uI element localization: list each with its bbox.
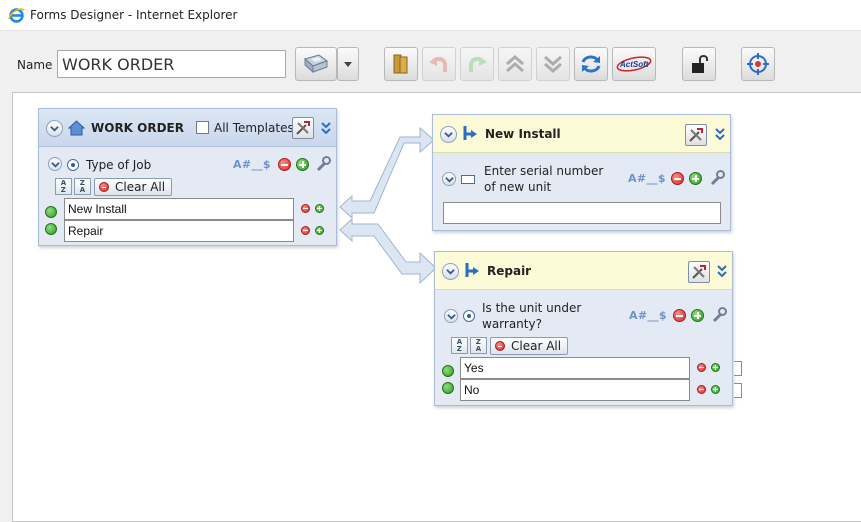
add-question-icon[interactable]	[691, 309, 704, 322]
remove-question-icon[interactable]	[278, 158, 291, 171]
question-collapse-icon[interactable]	[442, 172, 456, 186]
sort-descending-button[interactable]: ZA	[470, 337, 487, 354]
sort-ascending-button[interactable]: AZ	[451, 337, 468, 354]
question-label-line2: warranty?	[482, 317, 542, 331]
option-input-yes[interactable]	[460, 357, 690, 379]
add-option-icon[interactable]	[315, 204, 324, 213]
clear-all-button[interactable]: Clear All	[94, 178, 173, 196]
clear-all-minus-icon	[495, 341, 505, 351]
form-title: WORK ORDER	[91, 121, 184, 135]
home-icon	[68, 120, 85, 136]
question-collapse-icon[interactable]	[444, 309, 458, 323]
branch-tools-button[interactable]	[688, 261, 710, 283]
hammer-wrench-icon	[689, 128, 703, 142]
branch-title: Repair	[487, 264, 532, 278]
expand-all-icon[interactable]	[714, 127, 726, 143]
collapse-chevron-icon[interactable]	[46, 120, 63, 137]
sort-ascending-button[interactable]: AZ	[55, 178, 72, 195]
radio-type-icon	[463, 310, 475, 322]
wrench-icon[interactable]	[315, 156, 331, 172]
format-indicator[interactable]: A#__$	[233, 158, 271, 171]
remove-option-icon[interactable]	[697, 385, 706, 394]
option-input-repair[interactable]	[64, 220, 294, 242]
add-option-icon[interactable]	[315, 226, 324, 235]
add-question-icon[interactable]	[296, 158, 309, 171]
option-input-no[interactable]	[460, 379, 690, 401]
move-option-up-icon[interactable]	[45, 206, 57, 218]
clear-all-button[interactable]: Clear All	[490, 337, 569, 355]
branch-arrow-icon	[463, 126, 477, 140]
branch-arrow-icon	[465, 263, 479, 277]
connector-new-install	[339, 126, 435, 220]
form-panel-work-order: WORK ORDER All Templates Type of Job A#_…	[38, 108, 337, 246]
format-indicator[interactable]: A#__$	[628, 172, 666, 185]
option-branch-stub[interactable]	[734, 361, 742, 376]
expand-all-icon[interactable]	[716, 264, 728, 280]
question-label-line2: of new unit	[484, 180, 552, 194]
add-question-icon[interactable]	[689, 172, 702, 185]
branch-panel-repair: Repair Is the unit under warranty? A#__$…	[434, 251, 742, 406]
clear-all-label: Clear All	[115, 180, 166, 194]
form-tools-button[interactable]	[292, 117, 314, 139]
remove-option-icon[interactable]	[301, 226, 310, 235]
option-branch-stub[interactable]	[734, 383, 742, 398]
add-option-icon[interactable]	[711, 385, 720, 394]
move-option-down-icon[interactable]	[442, 382, 454, 394]
radio-type-icon	[67, 159, 79, 171]
question-label: Type of Job	[86, 158, 152, 172]
collapse-chevron-icon[interactable]	[442, 263, 459, 280]
move-option-down-icon[interactable]	[45, 223, 57, 235]
wrench-icon[interactable]	[709, 170, 725, 186]
serial-number-input[interactable]	[443, 202, 721, 224]
remove-question-icon[interactable]	[671, 172, 684, 185]
all-templates-label: All Templates	[214, 121, 294, 135]
connector-repair	[339, 217, 437, 285]
hammer-wrench-icon	[692, 265, 706, 279]
expand-all-icon[interactable]	[320, 121, 332, 137]
branch-tools-button[interactable]	[685, 124, 707, 146]
remove-question-icon[interactable]	[673, 309, 686, 322]
hammer-wrench-icon	[296, 121, 310, 135]
clear-all-label: Clear All	[511, 339, 562, 353]
clear-all-minus-icon	[99, 182, 109, 192]
branch-title: New Install	[485, 127, 561, 141]
move-option-up-icon[interactable]	[442, 365, 454, 377]
option-input-new-install[interactable]	[64, 198, 294, 220]
question-collapse-icon[interactable]	[48, 157, 62, 171]
remove-option-icon[interactable]	[697, 363, 706, 372]
question-label-line1: Enter serial number	[484, 164, 604, 178]
collapse-chevron-icon[interactable]	[440, 126, 457, 143]
wrench-icon[interactable]	[711, 307, 727, 323]
branch-panel-new-install: New Install Enter serial number of new u…	[432, 114, 731, 231]
all-templates-checkbox[interactable]	[196, 121, 209, 134]
question-label-line1: Is the unit under	[482, 301, 582, 315]
format-indicator[interactable]: A#__$	[629, 309, 667, 322]
add-option-icon[interactable]	[711, 363, 720, 372]
sort-descending-button[interactable]: ZA	[74, 178, 91, 195]
text-field-type-icon	[461, 175, 475, 184]
remove-option-icon[interactable]	[301, 204, 310, 213]
